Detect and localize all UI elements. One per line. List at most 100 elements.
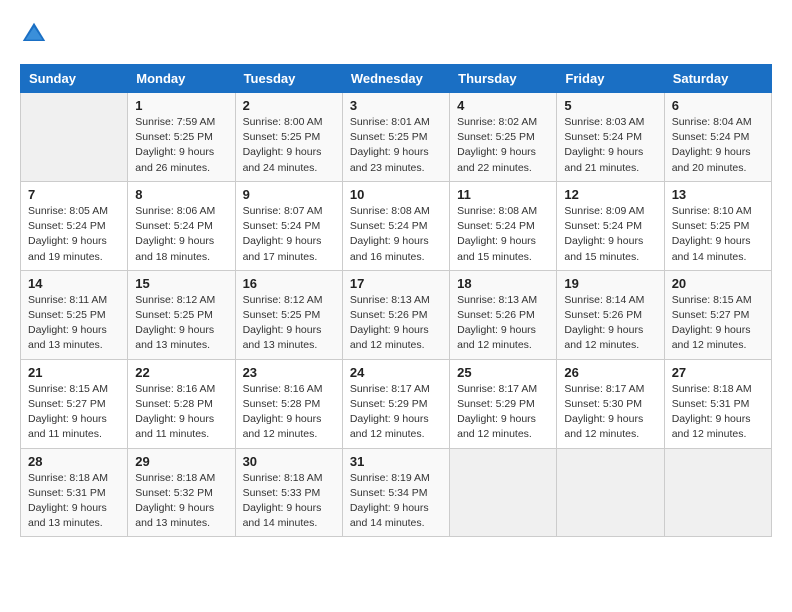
day-number: 19	[564, 276, 656, 291]
calendar-cell: 14 Sunrise: 8:11 AMSunset: 5:25 PMDayligh…	[21, 270, 128, 359]
day-info: Sunrise: 8:18 AMSunset: 5:33 PMDaylight:…	[243, 471, 335, 532]
day-number: 22	[135, 365, 227, 380]
calendar-cell: 27Sunrise: 8:18 AMSunset: 5:31 PMDayligh…	[664, 359, 771, 448]
day-number: 15	[135, 276, 227, 291]
calendar-cell: 30Sunrise: 8:18 AMSunset: 5:33 PMDayligh…	[235, 448, 342, 537]
day-number: 21	[28, 365, 120, 380]
day-info: Sunrise: 8:18 AMSunset: 5:31 PMDaylight:…	[672, 382, 764, 443]
day-number: 13	[672, 187, 764, 202]
day-number: 16	[243, 276, 335, 291]
day-number: 28	[28, 454, 120, 469]
calendar-cell	[21, 93, 128, 182]
day-info: Sunrise: 8:06 AMSunset: 5:24 PMDaylight:…	[135, 204, 227, 265]
day-number: 31	[350, 454, 442, 469]
day-number: 4	[457, 98, 549, 113]
day-number: 9	[243, 187, 335, 202]
day-number: 3	[350, 98, 442, 113]
dow-header-friday: Friday	[557, 65, 664, 93]
calendar-cell	[664, 448, 771, 537]
day-info: Sunrise: 8:16 AMSunset: 5:28 PMDaylight:…	[243, 382, 335, 443]
calendar-week-2: 7 Sunrise: 8:05 AMSunset: 5:24 PMDaylight…	[21, 181, 772, 270]
day-info: Sunrise: 8:07 AMSunset: 5:24 PMDaylight:…	[243, 204, 335, 265]
day-number: 14	[28, 276, 120, 291]
calendar-cell: 16 Sunrise: 8:12 AMSunset: 5:25 PMDayligh…	[235, 270, 342, 359]
calendar-cell: 28 Sunrise: 8:18 AMSunset: 5:31 PMDayligh…	[21, 448, 128, 537]
calendar-cell: 26 Sunrise: 8:17 AMSunset: 5:30 PMDayligh…	[557, 359, 664, 448]
logo	[20, 20, 52, 48]
calendar-cell: 20 Sunrise: 8:15 AMSunset: 5:27 PMDayligh…	[664, 270, 771, 359]
calendar-week-1: 1Sunrise: 7:59 AMSunset: 5:25 PMDaylight…	[21, 93, 772, 182]
day-info: Sunrise: 8:09 AMSunset: 5:24 PMDaylight:…	[564, 204, 656, 265]
day-number: 24	[350, 365, 442, 380]
day-number: 26	[564, 365, 656, 380]
dow-header-wednesday: Wednesday	[342, 65, 449, 93]
day-info: Sunrise: 8:13 AMSunset: 5:26 PMDaylight:…	[457, 293, 549, 354]
day-info: Sunrise: 8:00 AMSunset: 5:25 PMDaylight:…	[243, 115, 335, 176]
calendar-cell	[557, 448, 664, 537]
calendar-cell: 19Sunrise: 8:14 AMSunset: 5:26 PMDayligh…	[557, 270, 664, 359]
calendar-body: 1Sunrise: 7:59 AMSunset: 5:25 PMDaylight…	[21, 93, 772, 537]
day-number: 18	[457, 276, 549, 291]
day-info: Sunrise: 8:17 AMSunset: 5:29 PMDaylight:…	[350, 382, 442, 443]
day-info: Sunrise: 8:18 AMSunset: 5:31 PMDaylight:…	[28, 471, 120, 532]
calendar-cell: 15Sunrise: 8:12 AMSunset: 5:25 PMDayligh…	[128, 270, 235, 359]
calendar-cell: 11 Sunrise: 8:08 AMSunset: 5:24 PMDayligh…	[450, 181, 557, 270]
days-of-week-row: SundayMondayTuesdayWednesdayThursdayFrid…	[21, 65, 772, 93]
calendar-cell: 25 Sunrise: 8:17 AMSunset: 5:29 PMDayligh…	[450, 359, 557, 448]
day-number: 2	[243, 98, 335, 113]
day-number: 23	[243, 365, 335, 380]
calendar-week-5: 28 Sunrise: 8:18 AMSunset: 5:31 PMDayligh…	[21, 448, 772, 537]
calendar-cell: 10 Sunrise: 8:08 AMSunset: 5:24 PMDayligh…	[342, 181, 449, 270]
logo-icon	[20, 20, 48, 48]
day-info: Sunrise: 8:01 AMSunset: 5:25 PMDaylight:…	[350, 115, 442, 176]
day-number: 8	[135, 187, 227, 202]
calendar-cell: 6 Sunrise: 8:04 AMSunset: 5:24 PMDaylight…	[664, 93, 771, 182]
calendar-cell: 9 Sunrise: 8:07 AMSunset: 5:24 PMDaylight…	[235, 181, 342, 270]
day-number: 7	[28, 187, 120, 202]
day-number: 29	[135, 454, 227, 469]
calendar-cell: 17 Sunrise: 8:13 AMSunset: 5:26 PMDayligh…	[342, 270, 449, 359]
calendar-cell: 13 Sunrise: 8:10 AMSunset: 5:25 PMDayligh…	[664, 181, 771, 270]
calendar-cell: 18 Sunrise: 8:13 AMSunset: 5:26 PMDayligh…	[450, 270, 557, 359]
calendar-cell: 12 Sunrise: 8:09 AMSunset: 5:24 PMDayligh…	[557, 181, 664, 270]
calendar-cell: 1Sunrise: 7:59 AMSunset: 5:25 PMDaylight…	[128, 93, 235, 182]
calendar-week-3: 14 Sunrise: 8:11 AMSunset: 5:25 PMDayligh…	[21, 270, 772, 359]
dow-header-sunday: Sunday	[21, 65, 128, 93]
calendar-cell: 2 Sunrise: 8:00 AMSunset: 5:25 PMDaylight…	[235, 93, 342, 182]
dow-header-monday: Monday	[128, 65, 235, 93]
day-info: Sunrise: 8:08 AMSunset: 5:24 PMDaylight:…	[457, 204, 549, 265]
day-info: Sunrise: 8:15 AMSunset: 5:27 PMDaylight:…	[28, 382, 120, 443]
calendar-cell	[450, 448, 557, 537]
day-info: Sunrise: 8:05 AMSunset: 5:24 PMDaylight:…	[28, 204, 120, 265]
day-info: Sunrise: 8:03 AMSunset: 5:24 PMDaylight:…	[564, 115, 656, 176]
day-info: Sunrise: 8:13 AMSunset: 5:26 PMDaylight:…	[350, 293, 442, 354]
calendar-cell: 4Sunrise: 8:02 AMSunset: 5:25 PMDaylight…	[450, 93, 557, 182]
day-info: Sunrise: 8:04 AMSunset: 5:24 PMDaylight:…	[672, 115, 764, 176]
day-number: 25	[457, 365, 549, 380]
day-number: 11	[457, 187, 549, 202]
day-info: Sunrise: 8:18 AMSunset: 5:32 PMDaylight:…	[135, 471, 227, 532]
day-info: Sunrise: 8:15 AMSunset: 5:27 PMDaylight:…	[672, 293, 764, 354]
day-number: 12	[564, 187, 656, 202]
day-number: 17	[350, 276, 442, 291]
dow-header-thursday: Thursday	[450, 65, 557, 93]
day-info: Sunrise: 8:08 AMSunset: 5:24 PMDaylight:…	[350, 204, 442, 265]
calendar-cell: 8 Sunrise: 8:06 AMSunset: 5:24 PMDaylight…	[128, 181, 235, 270]
day-info: Sunrise: 8:11 AMSunset: 5:25 PMDaylight:…	[28, 293, 120, 354]
calendar-cell: 21 Sunrise: 8:15 AMSunset: 5:27 PMDayligh…	[21, 359, 128, 448]
day-number: 10	[350, 187, 442, 202]
day-info: Sunrise: 8:10 AMSunset: 5:25 PMDaylight:…	[672, 204, 764, 265]
day-info: Sunrise: 8:19 AMSunset: 5:34 PMDaylight:…	[350, 471, 442, 532]
day-info: Sunrise: 8:12 AMSunset: 5:25 PMDaylight:…	[243, 293, 335, 354]
calendar-cell: 24 Sunrise: 8:17 AMSunset: 5:29 PMDayligh…	[342, 359, 449, 448]
calendar-cell: 7 Sunrise: 8:05 AMSunset: 5:24 PMDaylight…	[21, 181, 128, 270]
calendar-cell: 31 Sunrise: 8:19 AMSunset: 5:34 PMDayligh…	[342, 448, 449, 537]
calendar-cell: 3 Sunrise: 8:01 AMSunset: 5:25 PMDaylight…	[342, 93, 449, 182]
dow-header-saturday: Saturday	[664, 65, 771, 93]
day-info: Sunrise: 8:17 AMSunset: 5:29 PMDaylight:…	[457, 382, 549, 443]
day-number: 6	[672, 98, 764, 113]
calendar-table: SundayMondayTuesdayWednesdayThursdayFrid…	[20, 64, 772, 537]
day-number: 20	[672, 276, 764, 291]
dow-header-tuesday: Tuesday	[235, 65, 342, 93]
day-info: Sunrise: 8:17 AMSunset: 5:30 PMDaylight:…	[564, 382, 656, 443]
